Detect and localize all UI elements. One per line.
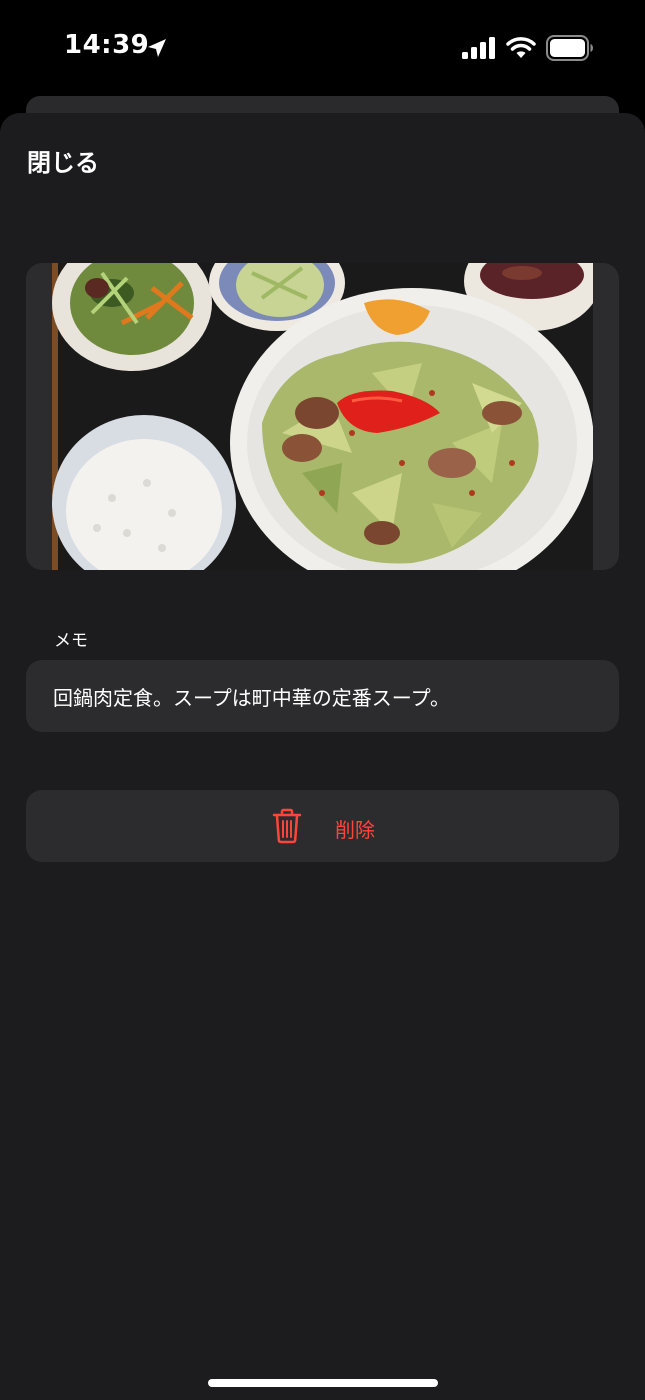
location-arrow-icon bbox=[148, 39, 166, 57]
food-photo bbox=[52, 263, 593, 570]
photo-card bbox=[26, 263, 619, 570]
delete-label: 削除 bbox=[335, 818, 375, 842]
wifi-icon bbox=[506, 37, 536, 58]
battery-icon bbox=[546, 35, 593, 61]
delete-button[interactable]: 削除 bbox=[26, 790, 619, 862]
home-indicator bbox=[208, 1379, 438, 1387]
close-button[interactable]: 閉じる bbox=[27, 143, 99, 178]
memo-label: メモ bbox=[54, 631, 88, 651]
detail-sheet: 閉じる メモ 回鍋肉定食。スープは町中華の定番スープ。 削除 bbox=[0, 113, 645, 1400]
memo-field[interactable]: 回鍋肉定食。スープは町中華の定番スープ。 bbox=[26, 660, 619, 732]
status-time: 14:39 bbox=[64, 30, 150, 60]
memo-text: 回鍋肉定食。スープは町中華の定番スープ。 bbox=[53, 686, 450, 710]
status-bar: 14:39 bbox=[0, 0, 645, 96]
trash-icon bbox=[272, 808, 302, 844]
cellular-signal-icon bbox=[462, 37, 495, 59]
